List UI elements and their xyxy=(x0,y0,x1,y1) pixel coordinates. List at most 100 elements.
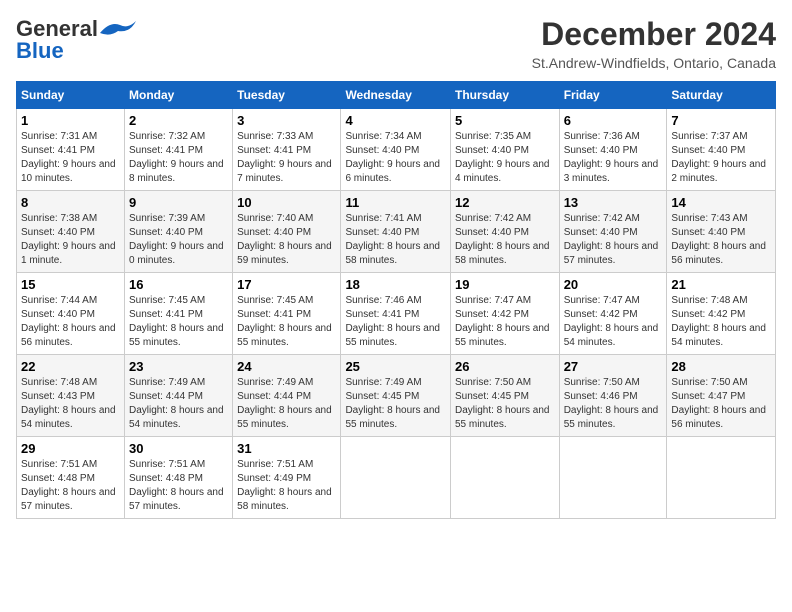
day-number: 29 xyxy=(21,441,120,456)
day-number: 28 xyxy=(671,359,771,374)
week-row-5: 29 Sunrise: 7:51 AM Sunset: 4:48 PM Dayli… xyxy=(17,437,776,519)
calendar-cell: 27 Sunrise: 7:50 AM Sunset: 4:46 PM Dayli… xyxy=(559,355,667,437)
day-number: 13 xyxy=(564,195,663,210)
week-row-4: 22 Sunrise: 7:48 AM Sunset: 4:43 PM Dayli… xyxy=(17,355,776,437)
day-number: 20 xyxy=(564,277,663,292)
day-number: 5 xyxy=(455,113,555,128)
day-info: Sunrise: 7:38 AM Sunset: 4:40 PM Dayligh… xyxy=(21,213,116,266)
calendar-cell: 25Sunrise: 7:49 AM Sunset: 4:45 PM Dayli… xyxy=(341,355,451,437)
day-number: 6 xyxy=(564,113,663,128)
calendar-body: 1 Sunrise: 7:31 AM Sunset: 4:41 PM Daylig… xyxy=(17,109,776,519)
dow-thursday: Thursday xyxy=(450,82,559,109)
day-info: Sunrise: 7:35 AM Sunset: 4:40 PM Dayligh… xyxy=(455,131,550,184)
calendar-cell: 26 Sunrise: 7:50 AM Sunset: 4:45 PM Dayli… xyxy=(450,355,559,437)
day-info: Sunrise: 7:32 AM Sunset: 4:41 PM Dayligh… xyxy=(129,131,224,184)
day-number: 2 xyxy=(129,113,228,128)
calendar-cell: 30 Sunrise: 7:51 AM Sunset: 4:48 PM Dayli… xyxy=(125,437,233,519)
calendar-cell: 7 Sunrise: 7:37 AM Sunset: 4:40 PM Daylig… xyxy=(667,109,776,191)
calendar-cell: 24Sunrise: 7:49 AM Sunset: 4:44 PM Dayli… xyxy=(233,355,341,437)
day-info: Sunrise: 7:46 AM Sunset: 4:41 PM Dayligh… xyxy=(345,295,440,348)
day-info: Sunrise: 7:51 AM Sunset: 4:48 PM Dayligh… xyxy=(21,459,116,512)
day-info: Sunrise: 7:45 AM Sunset: 4:41 PM Dayligh… xyxy=(129,295,224,348)
logo: General Blue xyxy=(16,16,136,64)
day-info: Sunrise: 7:50 AM Sunset: 4:45 PM Dayligh… xyxy=(455,377,550,430)
calendar-cell: 23Sunrise: 7:49 AM Sunset: 4:44 PM Dayli… xyxy=(125,355,233,437)
day-info: Sunrise: 7:34 AM Sunset: 4:40 PM Dayligh… xyxy=(345,131,440,184)
day-info: Sunrise: 7:51 AM Sunset: 4:49 PM Dayligh… xyxy=(237,459,332,512)
day-info: Sunrise: 7:48 AM Sunset: 4:42 PM Dayligh… xyxy=(671,295,766,348)
day-number: 31 xyxy=(237,441,336,456)
day-info: Sunrise: 7:43 AM Sunset: 4:40 PM Dayligh… xyxy=(671,213,766,266)
calendar-table: SundayMondayTuesdayWednesdayThursdayFrid… xyxy=(16,81,776,519)
day-info: Sunrise: 7:47 AM Sunset: 4:42 PM Dayligh… xyxy=(455,295,550,348)
calendar-subtitle: St.Andrew-Windfields, Ontario, Canada xyxy=(532,55,776,71)
calendar-cell: 4 Sunrise: 7:34 AM Sunset: 4:40 PM Daylig… xyxy=(341,109,451,191)
day-info: Sunrise: 7:42 AM Sunset: 4:40 PM Dayligh… xyxy=(455,213,550,266)
dow-sunday: Sunday xyxy=(17,82,125,109)
day-number: 30 xyxy=(129,441,228,456)
dow-monday: Monday xyxy=(125,82,233,109)
calendar-cell: 22 Sunrise: 7:48 AM Sunset: 4:43 PM Dayli… xyxy=(17,355,125,437)
day-number: 22 xyxy=(21,359,120,374)
title-area: December 2024 St.Andrew-Windfields, Onta… xyxy=(532,16,776,71)
calendar-cell: 21 Sunrise: 7:48 AM Sunset: 4:42 PM Dayli… xyxy=(667,273,776,355)
calendar-cell: 12 Sunrise: 7:42 AM Sunset: 4:40 PM Dayli… xyxy=(450,191,559,273)
calendar-cell: 10 Sunrise: 7:40 AM Sunset: 4:40 PM Dayli… xyxy=(233,191,341,273)
dow-wednesday: Wednesday xyxy=(341,82,451,109)
day-info: Sunrise: 7:48 AM Sunset: 4:43 PM Dayligh… xyxy=(21,377,116,430)
calendar-cell: 20 Sunrise: 7:47 AM Sunset: 4:42 PM Dayli… xyxy=(559,273,667,355)
day-number: 8 xyxy=(21,195,120,210)
calendar-cell: 2 Sunrise: 7:32 AM Sunset: 4:41 PM Daylig… xyxy=(125,109,233,191)
calendar-cell: 9 Sunrise: 7:39 AM Sunset: 4:40 PM Daylig… xyxy=(125,191,233,273)
dow-friday: Friday xyxy=(559,82,667,109)
calendar-cell: 6 Sunrise: 7:36 AM Sunset: 4:40 PM Daylig… xyxy=(559,109,667,191)
calendar-cell: 29 Sunrise: 7:51 AM Sunset: 4:48 PM Dayli… xyxy=(17,437,125,519)
dow-tuesday: Tuesday xyxy=(233,82,341,109)
day-number: 10 xyxy=(237,195,336,210)
calendar-cell: 5 Sunrise: 7:35 AM Sunset: 4:40 PM Daylig… xyxy=(450,109,559,191)
day-number: 27 xyxy=(564,359,663,374)
day-number: 12 xyxy=(455,195,555,210)
calendar-cell: 16 Sunrise: 7:45 AM Sunset: 4:41 PM Dayli… xyxy=(125,273,233,355)
day-info: Sunrise: 7:33 AM Sunset: 4:41 PM Dayligh… xyxy=(237,131,332,184)
calendar-cell: 8 Sunrise: 7:38 AM Sunset: 4:40 PM Daylig… xyxy=(17,191,125,273)
day-info: Sunrise: 7:51 AM Sunset: 4:48 PM Dayligh… xyxy=(129,459,224,512)
day-info: Sunrise: 7:36 AM Sunset: 4:40 PM Dayligh… xyxy=(564,131,659,184)
calendar-cell: 1 Sunrise: 7:31 AM Sunset: 4:41 PM Daylig… xyxy=(17,109,125,191)
day-info: Sunrise: 7:39 AM Sunset: 4:40 PM Dayligh… xyxy=(129,213,224,266)
day-number: 11 xyxy=(345,195,446,210)
calendar-cell xyxy=(559,437,667,519)
day-number: 14 xyxy=(671,195,771,210)
days-of-week-header: SundayMondayTuesdayWednesdayThursdayFrid… xyxy=(17,82,776,109)
day-info: Sunrise: 7:49 AM Sunset: 4:45 PM Dayligh… xyxy=(345,377,440,430)
week-row-2: 8 Sunrise: 7:38 AM Sunset: 4:40 PM Daylig… xyxy=(17,191,776,273)
day-info: Sunrise: 7:50 AM Sunset: 4:47 PM Dayligh… xyxy=(671,377,766,430)
week-row-3: 15Sunrise: 7:44 AM Sunset: 4:40 PM Dayli… xyxy=(17,273,776,355)
day-number: 15 xyxy=(21,277,120,292)
day-number: 26 xyxy=(455,359,555,374)
day-number: 23 xyxy=(129,359,228,374)
calendar-cell: 3 Sunrise: 7:33 AM Sunset: 4:41 PM Daylig… xyxy=(233,109,341,191)
calendar-cell: 31 Sunrise: 7:51 AM Sunset: 4:49 PM Dayli… xyxy=(233,437,341,519)
day-info: Sunrise: 7:50 AM Sunset: 4:46 PM Dayligh… xyxy=(564,377,659,430)
calendar-cell: 28 Sunrise: 7:50 AM Sunset: 4:47 PM Dayli… xyxy=(667,355,776,437)
day-number: 9 xyxy=(129,195,228,210)
day-number: 7 xyxy=(671,113,771,128)
day-info: Sunrise: 7:49 AM Sunset: 4:44 PM Dayligh… xyxy=(237,377,332,430)
dow-saturday: Saturday xyxy=(667,82,776,109)
calendar-cell: 11Sunrise: 7:41 AM Sunset: 4:40 PM Dayli… xyxy=(341,191,451,273)
day-info: Sunrise: 7:47 AM Sunset: 4:42 PM Dayligh… xyxy=(564,295,659,348)
day-number: 4 xyxy=(345,113,446,128)
day-number: 17 xyxy=(237,277,336,292)
day-number: 16 xyxy=(129,277,228,292)
calendar-cell: 18Sunrise: 7:46 AM Sunset: 4:41 PM Dayli… xyxy=(341,273,451,355)
day-info: Sunrise: 7:37 AM Sunset: 4:40 PM Dayligh… xyxy=(671,131,766,184)
day-number: 21 xyxy=(671,277,771,292)
day-info: Sunrise: 7:31 AM Sunset: 4:41 PM Dayligh… xyxy=(21,131,116,184)
day-number: 3 xyxy=(237,113,336,128)
calendar-cell: 17Sunrise: 7:45 AM Sunset: 4:41 PM Dayli… xyxy=(233,273,341,355)
calendar-cell: 13Sunrise: 7:42 AM Sunset: 4:40 PM Dayli… xyxy=(559,191,667,273)
calendar-cell: 19Sunrise: 7:47 AM Sunset: 4:42 PM Dayli… xyxy=(450,273,559,355)
day-info: Sunrise: 7:40 AM Sunset: 4:40 PM Dayligh… xyxy=(237,213,332,266)
day-number: 1 xyxy=(21,113,120,128)
